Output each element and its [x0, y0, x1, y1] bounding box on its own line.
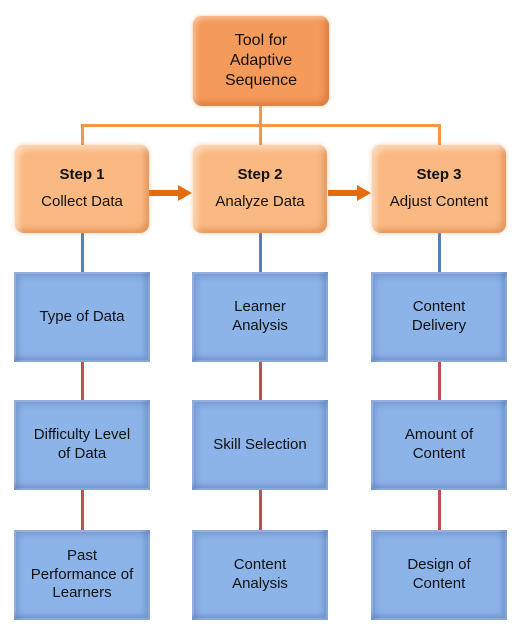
col1-leaf-connector-1	[81, 362, 84, 400]
step1-to-leaf-connector	[81, 233, 84, 272]
leaf-line: Learner	[234, 298, 286, 316]
arrow-head-icon	[357, 185, 371, 201]
leaf-line: Analysis	[232, 575, 288, 592]
step-node-1: Step 1 Collect Data	[15, 145, 149, 233]
leaf-past-performance: Past Performance of Learners	[14, 530, 150, 620]
step-node-3: Step 3 Adjust Content	[372, 145, 506, 233]
leaf-line: Content	[233, 556, 287, 574]
leaf-line: Amount of	[404, 426, 474, 444]
col2-leaf-connector-1	[259, 362, 262, 400]
root-line: Sequence	[224, 72, 298, 89]
leaf-design-of-content: Design of Content	[371, 530, 507, 620]
step3-connector-vertical	[438, 124, 441, 145]
leaf-line: Skill Selection	[213, 435, 307, 453]
root-connector-horizontal	[81, 124, 441, 127]
leaf-skill-selection: Skill Selection	[192, 400, 328, 490]
step1-connector-vertical	[81, 124, 84, 145]
leaf-line: Design of	[407, 556, 471, 574]
step-number: Step 2	[237, 166, 283, 184]
step-number: Step 1	[59, 166, 105, 184]
leaf-line: of Data	[57, 445, 107, 462]
leaf-line: Learners	[52, 584, 112, 602]
col1-leaf-connector-2	[81, 490, 84, 530]
root-node: Tool for Adaptive Sequence	[193, 16, 329, 106]
step-number: Step 3	[416, 166, 462, 184]
leaf-line: Analysis	[232, 317, 288, 334]
arrow-shaft	[149, 190, 179, 196]
leaf-line: Type of Data	[39, 307, 125, 325]
leaf-line: Difficulty Level	[33, 426, 131, 444]
leaf-line: Delivery	[411, 317, 467, 334]
leaf-content-analysis: Content Analysis	[192, 530, 328, 620]
leaf-line: Content	[412, 298, 466, 316]
leaf-type-of-data: Type of Data	[14, 272, 150, 362]
leaf-line: Past	[66, 546, 97, 564]
col3-leaf-connector-1	[438, 362, 441, 400]
root-line: Adaptive	[229, 52, 293, 69]
step2-to-leaf-connector	[259, 233, 262, 272]
leaf-line: Content	[412, 575, 466, 592]
arrow-head-icon	[178, 185, 192, 201]
step-title: Collect Data	[41, 193, 123, 210]
leaf-line: Content	[412, 445, 466, 462]
col2-leaf-connector-2	[259, 490, 262, 530]
step3-to-leaf-connector	[438, 233, 441, 272]
leaf-content-delivery: Content Delivery	[371, 272, 507, 362]
step-node-2: Step 2 Analyze Data	[193, 145, 327, 233]
arrow-shaft	[328, 190, 358, 196]
leaf-learner-analysis: Learner Analysis	[192, 272, 328, 362]
step-title: Adjust Content	[389, 193, 489, 210]
root-line: Tool for	[234, 32, 288, 49]
leaf-line: Performance of	[30, 565, 134, 583]
leaf-amount-of-content: Amount of Content	[371, 400, 507, 490]
col3-leaf-connector-2	[438, 490, 441, 530]
leaf-difficulty-level: Difficulty Level of Data	[14, 400, 150, 490]
step-title: Analyze Data	[215, 193, 305, 210]
